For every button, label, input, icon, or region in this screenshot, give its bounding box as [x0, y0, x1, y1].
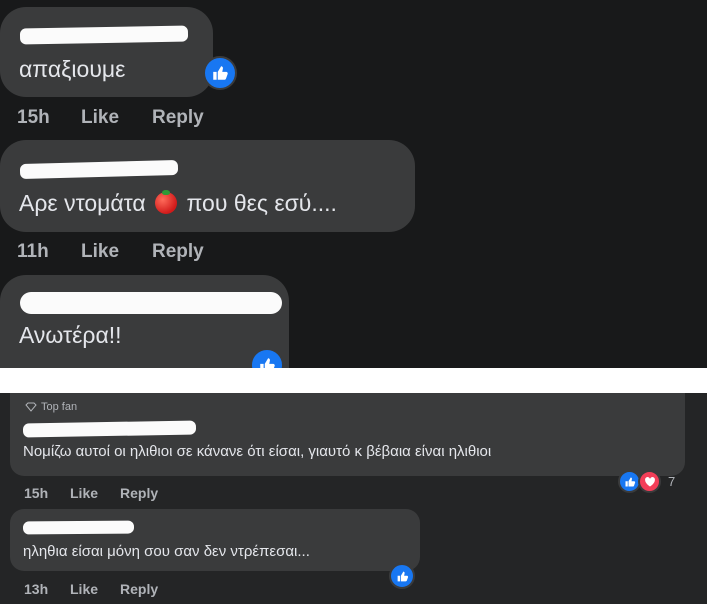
comment-text: Νομίζω αυτοί οι ηλιθιοι σε κάνανε ότι εί…	[23, 443, 492, 460]
like-button[interactable]: Like	[70, 581, 98, 597]
comment-bubble	[10, 509, 420, 571]
redacted-author-name	[20, 292, 282, 314]
redacted-author-name	[19, 25, 189, 45]
comment-text: Αρε ντομάτα που θες εσύ....	[19, 190, 337, 217]
like-reaction-badge[interactable]	[203, 56, 237, 90]
thumbs-up-icon	[397, 571, 408, 581]
reaction-count[interactable]: 7	[668, 474, 675, 489]
reply-button[interactable]: Reply	[152, 107, 204, 129]
comment-meta: 11h Like Reply	[17, 241, 237, 265]
reply-button[interactable]: Reply	[152, 241, 204, 263]
timestamp: 13h	[24, 581, 49, 597]
comment-meta: 15h Like Reply	[17, 107, 237, 131]
comment-text: απαξιουμε	[19, 56, 126, 82]
comment-bubble	[0, 140, 415, 232]
timestamp: 11h	[17, 241, 49, 262]
comment-meta: 13h Like Reply	[24, 581, 194, 599]
thumbs-up-icon	[213, 66, 228, 80]
comments-panel-top: απαξιουμε 15h Like Reply Αρε ντομάτα που…	[0, 0, 707, 368]
redacted-author-name	[22, 520, 135, 535]
top-fan-label: Top fan	[41, 401, 78, 413]
comment-text-end: που θες εσύ....	[186, 190, 337, 216]
reply-button[interactable]: Reply	[120, 485, 158, 501]
comment-text: Ανωτέρα!!	[19, 322, 122, 348]
like-reaction-badge[interactable]	[250, 348, 284, 368]
comment-text: ηληθια είσαι μόνη σου σαν δεν ντρέπεσαι.…	[23, 543, 310, 560]
diamond-icon	[25, 402, 37, 412]
reply-button[interactable]: Reply	[120, 581, 158, 597]
comment-text-start: Αρε ντομάτα	[19, 190, 146, 216]
comment-bubble	[0, 7, 213, 97]
love-reaction-badge[interactable]	[638, 470, 661, 493]
thumbs-up-icon	[625, 477, 635, 486]
like-reaction-badge[interactable]	[389, 563, 415, 589]
comments-panel-bottom: Top fan Νομίζω αυτοί οι ηλιθιοι σε κάναν…	[0, 393, 707, 604]
top-fan-badge: Top fan	[25, 401, 77, 413]
like-button[interactable]: Like	[70, 485, 98, 501]
comment-meta: 15h Like Reply	[24, 485, 194, 503]
like-button[interactable]: Like	[81, 241, 119, 263]
heart-icon	[644, 476, 655, 486]
thumbs-up-icon	[260, 358, 275, 368]
timestamp: 15h	[24, 485, 49, 501]
tomato-emoji-icon	[155, 190, 178, 214]
like-button[interactable]: Like	[81, 107, 119, 129]
timestamp: 15h	[17, 107, 50, 128]
